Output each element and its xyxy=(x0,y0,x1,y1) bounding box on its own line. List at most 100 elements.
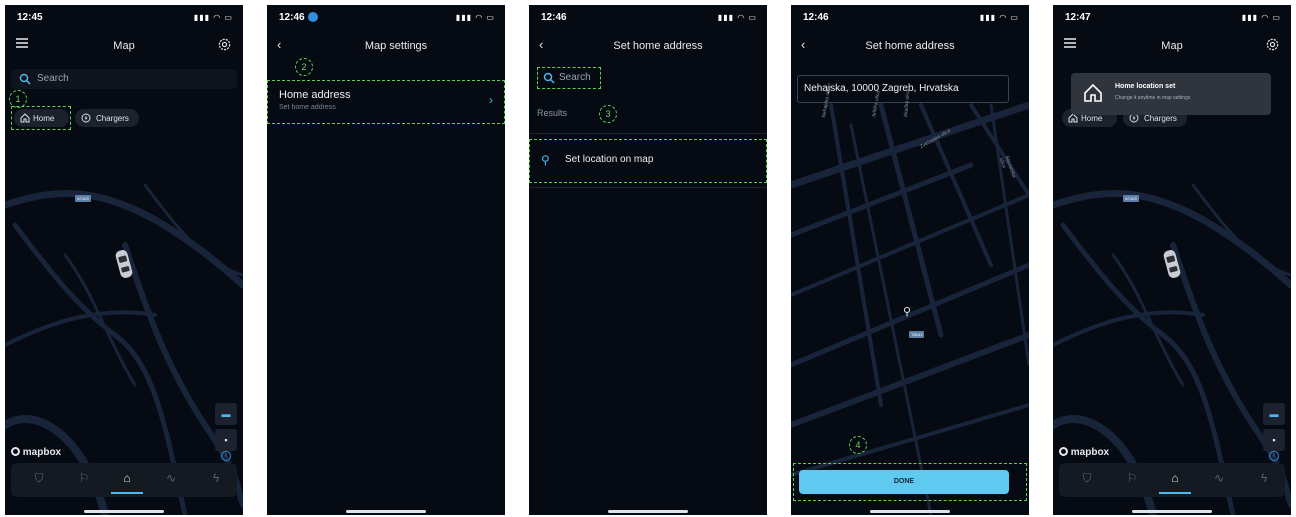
mapbox-icon xyxy=(11,447,20,456)
mapbox-logo: mapbox xyxy=(1059,447,1109,458)
toast-subtitle: Change it anytime in map settings xyxy=(1115,95,1191,101)
phone-screen-map-settings: 12:46 ▮▮▮ ◠ ▭ ‹ Map settings 2 Home addr… xyxy=(267,5,505,515)
mapbox-logo: mapbox xyxy=(11,447,61,458)
home-indicator xyxy=(608,510,688,513)
road-badge: A7103 xyxy=(1123,195,1139,202)
car-icon xyxy=(1163,250,1181,278)
search-input[interactable]: Search xyxy=(539,69,599,87)
phone-screen-map-confirmation: 12:47 ▮▮▮ ◠ ▭ Map Home Chargers Home loc… xyxy=(1053,5,1291,515)
chargers-chip-label: Chargers xyxy=(96,114,129,123)
home-icon xyxy=(1084,83,1102,102)
car-small-icon: ▬ xyxy=(1269,409,1279,419)
phone-screen-map: 12:45 ▮▮▮ ◠ ▭ Map Search 1 Home Chargers… xyxy=(5,5,243,515)
divider xyxy=(529,187,767,188)
status-time: 12:46 xyxy=(803,12,829,23)
phone-screen-set-home-address-map: 12:46 ▮▮▮ ◠ ▭ ‹ Set home address Nehajsk… xyxy=(791,5,1029,515)
status-time: 12:47 xyxy=(1065,12,1091,23)
tab-bar: ⛉ ⚐ ⌂ ∿ ϟ xyxy=(11,463,237,497)
shield-icon[interactable]: ⛉ xyxy=(1077,471,1097,489)
shield-icon[interactable]: ⛉ xyxy=(29,471,49,489)
road-badge: A7103 xyxy=(75,195,91,202)
set-location-label: Set location on map xyxy=(565,154,654,165)
location-dot-icon xyxy=(308,12,318,22)
signal-wifi-battery-icon: ▮▮▮ ◠ ▭ xyxy=(1241,13,1281,22)
chargers-chip-label: Chargers xyxy=(1144,114,1177,123)
person-icon: ▪ xyxy=(1272,435,1276,445)
home-chip[interactable]: Home xyxy=(14,109,69,127)
signal-wifi-battery-icon: ▮▮▮ ◠ ▭ xyxy=(455,13,495,22)
location-pin-icon: ⚲ xyxy=(903,306,912,318)
car-locate-button[interactable]: ▬ xyxy=(215,403,237,425)
step-marker: 2 xyxy=(295,58,313,76)
bolt-icon[interactable]: ϟ xyxy=(206,471,226,489)
step-marker: 3 xyxy=(599,105,617,123)
mapbox-icon xyxy=(1059,447,1068,456)
home-indicator xyxy=(1132,510,1212,513)
status-bar: 12:47 ▮▮▮ ◠ ▭ xyxy=(1053,5,1291,31)
person-icon: ▪ xyxy=(224,435,228,445)
search-icon xyxy=(543,72,555,84)
flag-icon[interactable]: ⚐ xyxy=(1122,471,1142,489)
home-icon xyxy=(20,113,30,123)
mapbox-label: mapbox xyxy=(1070,447,1110,458)
row-title: Home address xyxy=(279,89,351,101)
status-time: 12:46 xyxy=(541,12,567,23)
results-label: Results xyxy=(537,108,568,118)
status-bar: 12:45 ▮▮▮ ◠ ▭ xyxy=(5,5,243,31)
person-locate-button[interactable]: ▪ xyxy=(215,429,237,451)
done-button[interactable]: DONE xyxy=(799,470,1009,494)
status-bar: 12:46 ▮▮▮ ◠ ▭ xyxy=(791,5,1029,31)
step-marker: 4 xyxy=(849,436,867,454)
gear-icon[interactable] xyxy=(217,37,233,53)
home-address-row[interactable]: Home address Set home address › xyxy=(267,83,505,121)
search-placeholder: Search xyxy=(559,72,591,83)
status-time: 12:45 xyxy=(17,12,43,23)
search-icon xyxy=(19,73,31,85)
mapbox-label: mapbox xyxy=(22,447,62,458)
page-title: Set home address xyxy=(865,40,955,52)
nav-bar: Map xyxy=(1053,35,1291,59)
tab-bar: ⛉ ⚐ ⌂ ∿ ϟ xyxy=(1059,463,1285,497)
search-placeholder: Search xyxy=(37,73,69,84)
route-icon[interactable]: ∿ xyxy=(1209,471,1229,489)
home-indicator xyxy=(346,510,426,513)
road-badge: T8041 xyxy=(909,331,925,338)
bolt-icon xyxy=(81,113,91,123)
search-input[interactable]: Search xyxy=(11,69,237,89)
home-indicator xyxy=(870,510,950,513)
person-locate-button[interactable]: ▪ xyxy=(1263,429,1285,451)
map-pin-icon[interactable]: ⌂ xyxy=(1159,471,1191,494)
chargers-chip[interactable]: Chargers xyxy=(75,109,139,127)
status-time: 12:46 xyxy=(279,12,305,23)
route-icon[interactable]: ∿ xyxy=(161,471,181,489)
nav-bar: ‹ Set home address xyxy=(529,35,767,59)
toast-title: Home location set xyxy=(1115,83,1176,90)
page-title: Map xyxy=(113,40,135,52)
page-title: Map xyxy=(1161,40,1183,52)
active-tab-indicator xyxy=(1159,492,1191,494)
map-pin-plus-icon: ⚲ xyxy=(541,153,550,167)
signal-wifi-battery-icon: ▮▮▮ ◠ ▭ xyxy=(717,13,757,22)
car-icon xyxy=(115,250,133,278)
toast-notification: Home location set Change it anytime in m… xyxy=(1071,73,1271,115)
gear-icon[interactable] xyxy=(1265,37,1281,53)
set-location-row[interactable]: ⚲ Set location on map xyxy=(529,143,767,179)
home-chip-label: Home xyxy=(1081,114,1103,123)
row-subtitle: Set home address xyxy=(279,104,336,111)
map-pin-icon[interactable]: ⌂ xyxy=(111,471,143,494)
signal-wifi-battery-icon: ▮▮▮ ◠ ▭ xyxy=(193,13,233,22)
car-small-icon: ▬ xyxy=(221,409,231,419)
nav-bar: ‹ Set home address xyxy=(791,35,1029,59)
nav-bar: ‹ Map settings xyxy=(267,35,505,59)
status-bar: 12:46 ▮▮▮ ◠ ▭ xyxy=(267,5,505,31)
page-title: Set home address xyxy=(613,40,703,52)
info-icon[interactable]: i xyxy=(221,451,231,461)
info-icon[interactable]: i xyxy=(1269,451,1279,461)
bolt-icon[interactable]: ϟ xyxy=(1254,471,1274,489)
status-bar: 12:46 ▮▮▮ ◠ ▭ xyxy=(529,5,767,31)
nav-bar: Map xyxy=(5,35,243,59)
flag-icon[interactable]: ⚐ xyxy=(74,471,94,489)
car-locate-button[interactable]: ▬ xyxy=(1263,403,1285,425)
active-tab-indicator xyxy=(111,492,143,494)
home-indicator xyxy=(84,510,164,513)
